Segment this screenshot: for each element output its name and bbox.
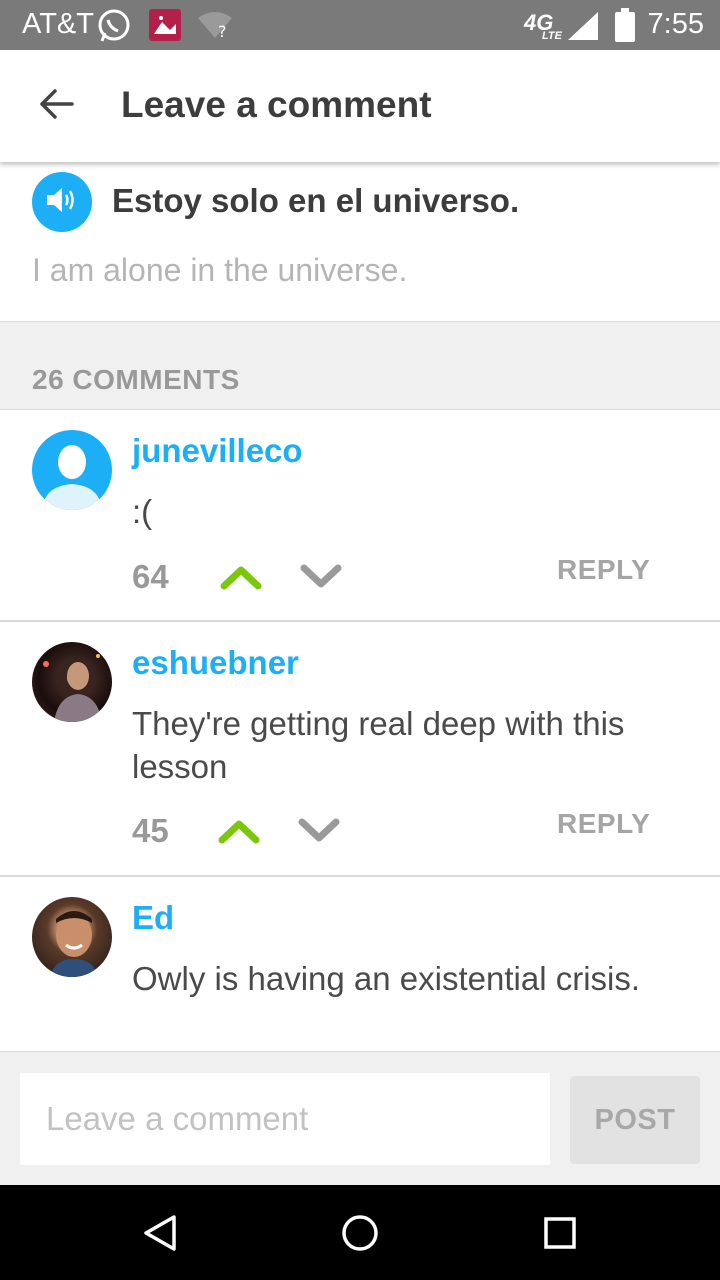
chevron-up-icon (220, 566, 262, 590)
app-bar: Leave a comment (0, 50, 720, 162)
comment-text: :( (132, 493, 153, 530)
chevron-up-icon (218, 820, 260, 844)
sentence-translation: I am alone in the universe. (32, 252, 408, 288)
whatsapp-icon (96, 8, 132, 49)
comment-username[interactable]: junevilleco (132, 432, 303, 470)
notification-app-icon (148, 8, 182, 47)
comment-item: junevilleco :( 64 REPLY (0, 410, 720, 622)
status-bar: AT&T ? 4G LTE 7:55 (0, 0, 720, 50)
comment-text: They're getting real deep with this less… (132, 705, 625, 785)
recents-square-icon (544, 1217, 576, 1249)
home-circle-icon (342, 1215, 378, 1251)
nav-recents-button[interactable] (536, 1209, 584, 1257)
upvote-button[interactable] (217, 816, 261, 846)
battery-icon (614, 8, 636, 47)
comment-text: Owly is having an existential crisis. (132, 960, 641, 997)
nav-back-button[interactable] (136, 1209, 184, 1257)
wifi-question-icon: ? (196, 10, 234, 45)
comments-header: 26 COMMENTS (0, 322, 720, 410)
comment-item: Ed Owly is having an existential crisis. (0, 877, 720, 1051)
reply-button[interactable]: REPLY (557, 808, 650, 840)
comment-score: 64 (132, 558, 169, 595)
system-nav-bar (0, 1185, 720, 1280)
back-triangle-icon (144, 1215, 176, 1251)
back-button[interactable] (30, 80, 82, 132)
comment-input[interactable] (20, 1073, 550, 1165)
comment-item: eshuebner They're getting real deep with… (0, 622, 720, 877)
comment-username[interactable]: eshuebner (132, 644, 299, 682)
chevron-down-icon (300, 564, 342, 588)
signal-icon (568, 12, 600, 45)
avatar[interactable] (32, 642, 112, 722)
sentence-card: Estoy solo en el universo. I am alone in… (0, 162, 720, 322)
downvote-button[interactable] (299, 562, 343, 592)
downvote-button[interactable] (297, 816, 341, 846)
avatar[interactable] (32, 897, 112, 977)
chevron-down-icon (298, 818, 340, 842)
arrow-back-icon (38, 88, 74, 125)
post-button[interactable]: POST (570, 1076, 700, 1164)
sentence-text: Estoy solo en el universo. (112, 182, 520, 219)
play-audio-button[interactable] (32, 172, 92, 232)
page-title: Leave a comment (121, 84, 432, 125)
reply-button[interactable]: REPLY (557, 554, 650, 586)
comment-username[interactable]: Ed (132, 899, 174, 937)
comments-count: 26 COMMENTS (32, 364, 240, 395)
avatar[interactable] (32, 430, 112, 510)
carrier-label: AT&T (22, 8, 94, 40)
status-time: 7:55 (647, 8, 704, 40)
comment-score: 45 (132, 812, 169, 849)
speaker-icon (45, 185, 79, 220)
nav-home-button[interactable] (336, 1209, 384, 1257)
comment-composer: POST (0, 1051, 720, 1185)
upvote-button[interactable] (219, 562, 263, 592)
svg-text:?: ? (218, 22, 227, 40)
network-type: 4G LTE (524, 10, 562, 42)
